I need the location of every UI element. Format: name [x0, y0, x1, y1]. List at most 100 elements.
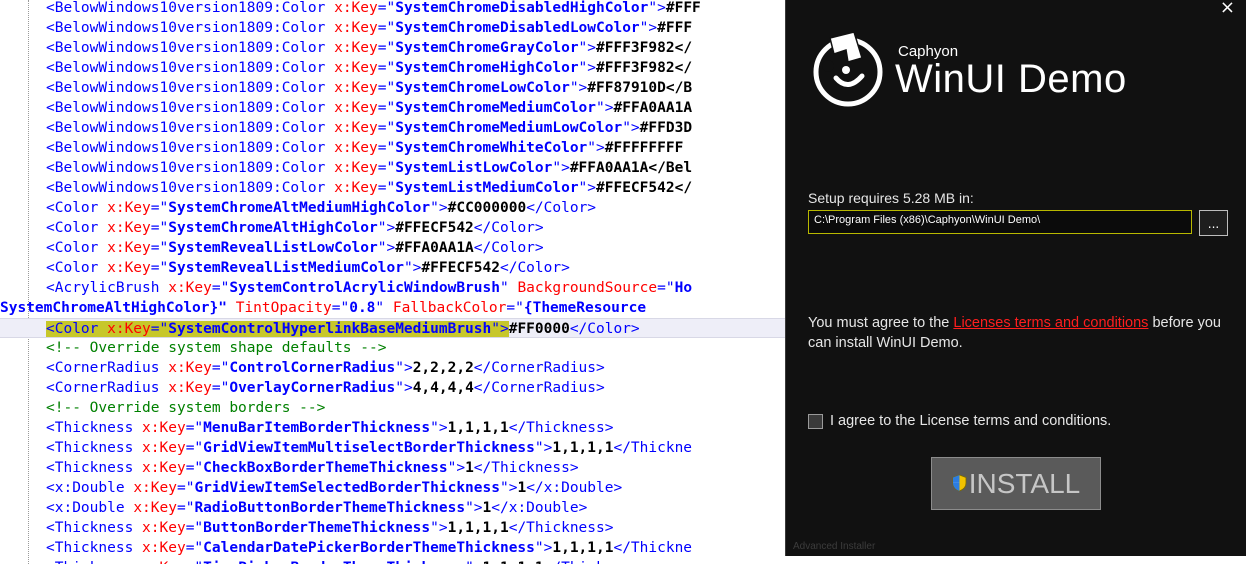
- code-token: <BelowWindows10version1809:Color: [46, 20, 335, 36]
- code-token: ">: [622, 120, 640, 136]
- code-token: ">: [447, 460, 466, 476]
- code-token: x:Key: [334, 0, 378, 16]
- code-token: <Thickness: [46, 420, 143, 436]
- resource-key: SystemChromeAltMediumHighColor: [168, 200, 431, 216]
- code-token: ">: [430, 420, 448, 436]
- code-token: </x:Double>: [491, 500, 588, 516]
- code-token: ">: [465, 560, 482, 564]
- code-token: SystemChromeAltHighColor}": [0, 300, 227, 316]
- installer-window: × Caphyon WinUI Demo Setup requires 5.28…: [785, 0, 1246, 556]
- license-notice: You must agree to the Licenses terms and…: [808, 313, 1233, 353]
- code-token: </x:Double>: [526, 480, 623, 496]
- agree-row[interactable]: I agree to the License terms and conditi…: [808, 411, 1111, 431]
- resource-key: SystemChromeAltHighColor: [168, 220, 378, 236]
- code-token: =": [211, 380, 230, 396]
- browse-button[interactable]: ...: [1199, 210, 1228, 236]
- code-token: ">: [578, 60, 597, 76]
- code-token: x:Key: [334, 160, 378, 176]
- resource-value: 4,4,4,4: [412, 380, 474, 396]
- code-token: ">: [569, 80, 588, 96]
- resource-key: RadioButtonBorderThemeThickness: [194, 500, 466, 516]
- code-token: x:Key: [334, 140, 378, 156]
- code-token: BackgroundSource: [517, 280, 658, 296]
- code-token: <Thickness: [46, 560, 142, 564]
- code-token: =": [185, 540, 204, 556]
- resource-value: #FFECF542: [421, 260, 500, 276]
- resource-value: 1,1,1,1: [447, 420, 509, 436]
- advanced-installer-footer: Advanced Installer: [793, 541, 876, 552]
- code-token: <Thickness: [46, 440, 143, 456]
- resource-value: #FFECF542</: [596, 180, 693, 196]
- code-token: =": [377, 80, 396, 96]
- resource-value: #FFF3F982</: [596, 40, 693, 56]
- resource-value: #FFA0AA1A: [395, 240, 474, 256]
- resource-key: SystemChromeDisabledHighColor: [395, 0, 649, 16]
- code-token: =": [186, 560, 203, 564]
- code-token: x:Key: [133, 500, 177, 516]
- code-token: =": [185, 420, 204, 436]
- code-token: x:Key: [107, 321, 151, 337]
- code-token: =": [150, 220, 169, 236]
- resource-value: #FFA0AA1A: [613, 100, 693, 116]
- code-token: <Thickness: [46, 460, 143, 476]
- code-line[interactable]: <Thickness x:Key="TimePickerBorderThemeT…: [0, 558, 1246, 564]
- code-token: ": [375, 300, 393, 316]
- code-token: =": [185, 520, 204, 536]
- code-token: x:Key: [334, 180, 378, 196]
- code-token: =": [377, 180, 396, 196]
- code-token: ">: [377, 220, 396, 236]
- resource-key: GridViewItemSelectedBorderThickness: [194, 480, 500, 496]
- resource-value: 1,1,1,1: [552, 540, 614, 556]
- code-token: ">: [491, 321, 509, 337]
- code-token: =": [176, 480, 195, 496]
- resource-value: #CC000000: [447, 200, 527, 216]
- agree-checkbox[interactable]: [808, 413, 823, 429]
- code-token: <CornerRadius: [46, 360, 169, 376]
- code-token: x:Key: [168, 280, 212, 296]
- code-token: =": [150, 200, 169, 216]
- close-button[interactable]: ×: [1220, 0, 1235, 18]
- code-token: =": [377, 0, 396, 16]
- code-token: </Color>: [499, 260, 570, 276]
- code-segment: <Color x:Key="SystemChromeAltMediumHighC…: [46, 200, 448, 216]
- resource-value: #FFF3F982</: [596, 60, 693, 76]
- code-token: <Color: [46, 321, 108, 337]
- code-token: </Color>: [473, 240, 544, 256]
- code-token: x:Key: [334, 40, 378, 56]
- code-token: ">: [395, 360, 413, 376]
- resource-key: MenuBarItemBorderThickness: [203, 420, 431, 436]
- code-token: =": [657, 280, 675, 296]
- uac-shield-icon: [952, 474, 967, 491]
- code-token: ">: [648, 0, 666, 16]
- resource-key: SystemRevealListLowColor: [168, 240, 378, 256]
- code-token: <Color: [46, 200, 108, 216]
- resource-key: SystemChromeMediumColor: [395, 100, 597, 116]
- code-token: =": [211, 360, 230, 376]
- install-path-input[interactable]: C:\Program Files (x86)\Caphyon\WinUI Dem…: [808, 210, 1192, 234]
- resource-key: GridViewItemMultiselectBorderThickness: [203, 440, 535, 456]
- code-token: =": [150, 260, 169, 276]
- code-token: ">: [430, 200, 448, 216]
- space-required-label: Setup requires 5.28 MB in:: [808, 190, 974, 206]
- code-token: x:Key: [168, 360, 212, 376]
- resource-value: 1,1,1,1: [552, 440, 614, 456]
- agree-label[interactable]: I agree to the License terms and conditi…: [830, 413, 1111, 429]
- code-token: <CornerRadius: [46, 380, 169, 396]
- code-token: =": [506, 300, 524, 316]
- code-token: <BelowWindows10version1809:Color: [46, 140, 335, 156]
- code-token: ">: [587, 140, 605, 156]
- install-button[interactable]: INSTALL: [931, 457, 1101, 510]
- code-token: ">: [430, 520, 448, 536]
- code-token: =": [377, 120, 396, 136]
- resource-key: CalendarDatePickerBorderThemeThickness: [203, 540, 535, 556]
- code-token: {ThemeResource: [523, 300, 647, 316]
- code-token: ">: [552, 160, 570, 176]
- install-button-label[interactable]: INSTALL: [969, 468, 1081, 500]
- code-token: </Thickne: [613, 540, 693, 556]
- code-token: ">: [395, 380, 413, 396]
- license-terms-link[interactable]: Licenses terms and conditions: [953, 315, 1148, 331]
- code-token: </Thickness>: [508, 520, 614, 536]
- code-token: <x:Double: [46, 480, 134, 496]
- code-segment: <Color x:Key="SystemChromeAltHighColor">: [46, 220, 395, 236]
- code-token: <BelowWindows10version1809:Color: [46, 160, 335, 176]
